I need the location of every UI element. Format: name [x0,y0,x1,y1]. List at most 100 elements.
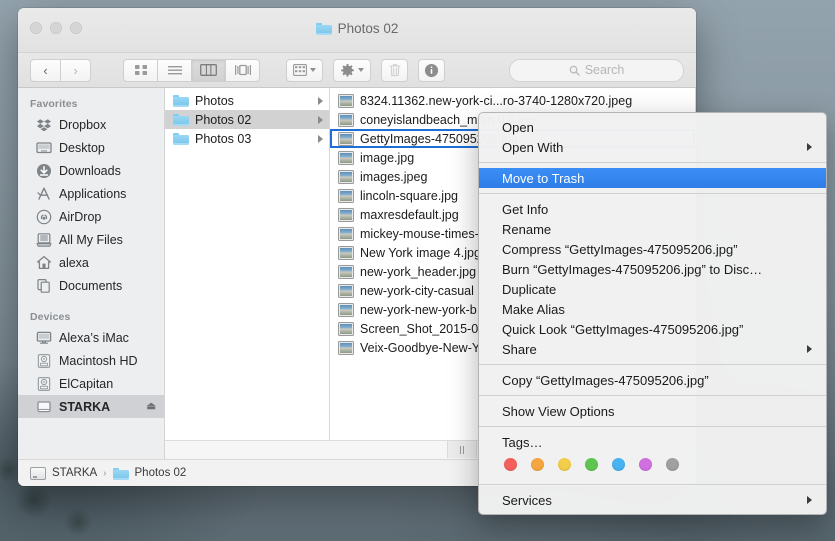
list-item[interactable]: Photos 02 [165,110,329,129]
breadcrumb-separator: › [103,467,107,479]
breadcrumb-item-photos-02[interactable]: Photos 02 [135,467,187,479]
list-view-button[interactable] [158,58,192,82]
submenu-arrow-icon [807,496,812,504]
menu-item-label: Services [502,492,552,508]
external-drive-icon [36,399,52,415]
sidebar-item-alexas-imac[interactable]: Alexa’s iMac [18,326,164,349]
action-button[interactable] [333,58,371,82]
sidebar-item-alexa[interactable]: alexa [18,251,164,274]
sidebar-item-downloads[interactable]: Downloads [18,159,164,182]
tag-orange[interactable] [531,458,544,471]
icon-view-button[interactable] [123,58,158,82]
eject-icon[interactable]: ⏏ [147,401,156,412]
menu-item-label: Show View Options [502,403,615,419]
airdrop-icon [36,209,52,225]
image-file-icon [338,264,354,279]
search-placeholder: Search [584,63,625,77]
sidebar-item-label: STARKA [59,399,111,414]
chevron-down-icon [310,68,316,72]
column-view-button[interactable] [192,58,226,82]
search-icon [569,65,580,76]
image-file-icon [338,245,354,260]
tag-green[interactable] [585,458,598,471]
folder-icon [173,113,189,126]
back-button[interactable]: ‹ [30,58,61,82]
sidebar-item-starka[interactable]: STARKA ⏏ [18,395,164,418]
menu-separator [479,484,826,485]
sidebar-item-documents[interactable]: Documents [18,274,164,297]
disclosure-arrow-icon [318,96,323,105]
file-name: image.jpg [360,150,415,165]
menu-item-share[interactable]: Share [479,339,826,359]
image-file-icon [338,188,354,203]
tag-yellow[interactable] [558,458,571,471]
sidebar-item-desktop[interactable]: Desktop [18,136,164,159]
menu-item-duplicate[interactable]: Duplicate [479,279,826,299]
list-item[interactable]: 8324.11362.new-york-ci...ro-3740-1280x72… [330,91,695,110]
folder-icon [173,94,189,107]
sidebar-item-macintosh-hd[interactable]: Macintosh HD [18,349,164,372]
image-file-icon [338,93,354,108]
menu-separator [479,426,826,427]
sidebar-item-label: Desktop [59,140,105,155]
menu-item-compress[interactable]: Compress “GettyImages-475095206.jpg” [479,239,826,259]
sidebar-item-label: All My Files [59,232,123,247]
menu-item-show-view-options[interactable]: Show View Options [479,401,826,421]
tag-gray[interactable] [666,458,679,471]
list-item[interactable]: Photos [165,91,329,110]
view-mode-switcher[interactable] [123,58,260,82]
sidebar-item-label: Macintosh HD [59,353,138,368]
menu-item-move-to-trash[interactable]: Move to Trash [479,168,826,188]
info-button[interactable] [418,58,445,82]
tag-blue[interactable] [612,458,625,471]
file-name: Screen_Shot_2015-0 [360,321,479,336]
tag-purple[interactable] [639,458,652,471]
menu-item-label: Move to Trash [502,170,585,186]
info-icon [424,63,439,77]
delete-button[interactable] [381,58,408,82]
sidebar-item-elcapitan[interactable]: ElCapitan [18,372,164,395]
file-name: New York image 4.jpg [360,245,481,260]
sidebar-item-dropbox[interactable]: Dropbox [18,113,164,136]
sidebar-item-all-my-files[interactable]: All My Files [18,228,164,251]
sidebar-item-airdrop[interactable]: AirDrop [18,205,164,228]
image-file-icon [338,207,354,222]
file-name: images.jpeg [360,169,428,184]
submenu-arrow-icon [807,345,812,353]
column-resize-handle[interactable] [447,441,477,458]
search-field[interactable]: Search [509,58,684,82]
list-item[interactable]: Photos 03 [165,129,329,148]
menu-separator [479,193,826,194]
menu-item-open[interactable]: Open [479,117,826,137]
menu-item-services[interactable]: Services [479,490,826,510]
disclosure-arrow-icon [318,115,323,124]
menu-item-burn-to-disc[interactable]: Burn “GettyImages-475095206.jpg” to Disc… [479,259,826,279]
drive-icon [30,466,46,480]
window-title: Photos 02 [18,21,696,36]
menu-item-rename[interactable]: Rename [479,219,826,239]
menu-item-quick-look[interactable]: Quick Look “GettyImages-475095206.jpg” [479,319,826,339]
menu-separator [479,395,826,396]
disclosure-arrow-icon [318,134,323,143]
folder-icon [315,22,332,35]
menu-item-copy[interactable]: Copy “GettyImages-475095206.jpg” [479,370,826,390]
menu-item-label: Duplicate [502,281,557,297]
sidebar-item-label: Downloads [59,163,121,178]
coverflow-view-button[interactable] [226,58,260,82]
menu-item-tags[interactable]: Tags… [479,432,826,452]
tag-color-swatches[interactable] [479,452,826,479]
harddisk-icon [36,353,52,369]
menu-item-make-alias[interactable]: Make Alias [479,299,826,319]
file-name: new-york_header.jpg [360,264,477,279]
file-name: new-york-new-york-b [360,302,477,317]
navigation-buttons[interactable]: ‹ › [30,58,91,82]
sidebar-item-applications[interactable]: Applications [18,182,164,205]
forward-button[interactable]: › [61,58,91,82]
menu-item-get-info[interactable]: Get Info [479,199,826,219]
folder-name: Photos [195,93,234,108]
tag-red[interactable] [504,458,517,471]
image-file-icon [338,112,354,127]
arrange-button[interactable] [286,58,323,82]
breadcrumb-item-starka[interactable]: STARKA [52,467,97,479]
menu-item-open-with[interactable]: Open With [479,137,826,157]
